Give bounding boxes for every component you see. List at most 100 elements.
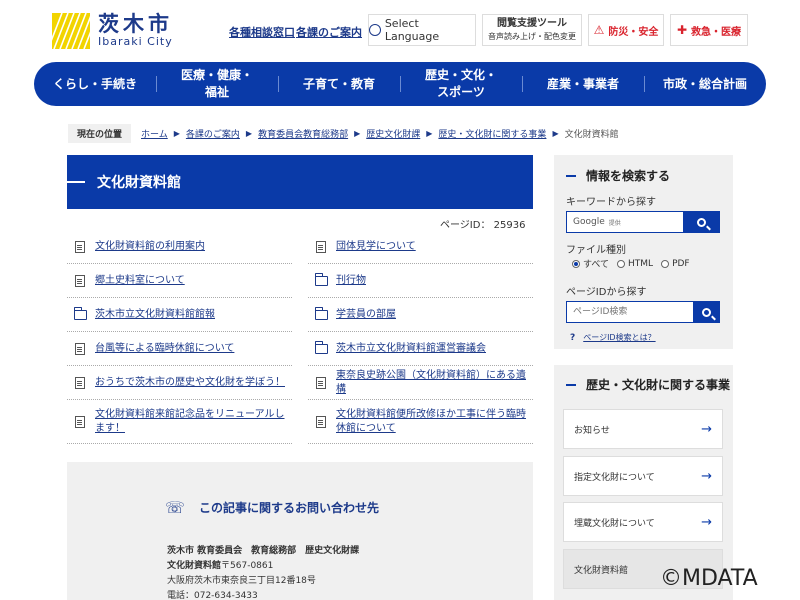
- document-icon: [75, 240, 85, 253]
- search-panel: 情報を検索する キーワードから探す Google 提供 ファイル種別 すべて HT…: [554, 155, 733, 349]
- contact-section: ☏ この記事に関するお問い合わせ先 茨木市 教育委員会 教育総務部 歴史文化財課…: [67, 462, 533, 600]
- contact-heading: この記事に関するお問い合わせ先: [199, 501, 380, 515]
- document-icon: [75, 376, 85, 389]
- list-item[interactable]: 刊行物: [308, 264, 533, 298]
- nav-item-health[interactable]: 医療・健康・ 福祉: [156, 62, 278, 106]
- document-icon: [75, 274, 85, 287]
- list-item[interactable]: 茨木市立文化財資料館館報: [67, 298, 292, 332]
- list-item[interactable]: 文化財資料館来館記念品をリニューアルします！: [67, 400, 292, 444]
- heading-dash-icon: [566, 174, 576, 177]
- filetype-radio-all[interactable]: すべて: [572, 257, 609, 270]
- breadcrumb-here-label: 現在の位置: [68, 123, 132, 143]
- pageid-help-link[interactable]: ページID検索とは？: [583, 332, 655, 343]
- radio-label: PDF: [672, 258, 690, 269]
- phone-icon: ☏: [165, 498, 186, 517]
- related-item-designated[interactable]: 指定文化財について →: [563, 456, 723, 496]
- page-id: ページID： 25936: [440, 220, 526, 231]
- city-logo[interactable]: 茨木市 Ibaraki City: [52, 12, 182, 50]
- related-item-news[interactable]: お知らせ →: [563, 409, 723, 449]
- radio-selected-icon: [572, 259, 580, 268]
- document-icon: [316, 415, 326, 428]
- departments-link[interactable]: 各課のご案内: [296, 24, 362, 40]
- breadcrumb-arrow-icon: ▶: [552, 128, 559, 138]
- list-item[interactable]: 文化財資料館の利用案内: [67, 230, 292, 264]
- pageid-help: ? ページID検索とは？: [570, 332, 656, 343]
- related-item-label: お知らせ: [574, 425, 610, 436]
- global-nav: くらし・手続き 医療・健康・ 福祉 子育て・教育 歴史・文化・ スポーツ 産業・事業…: [34, 62, 766, 106]
- link-list: 文化財資料館の利用案内 団体見学について 郷土史料室について 刊行物 茨木市立文…: [67, 230, 533, 444]
- filetype-radio-group: すべて HTML PDF: [572, 257, 690, 270]
- contact-dept: 茨木市 教育委員会 教育総務部 歴史文化財課: [167, 546, 360, 556]
- breadcrumb-home[interactable]: ホーム: [141, 127, 168, 140]
- consultation-link[interactable]: 各種相談窓口: [229, 24, 295, 40]
- keyword-search-input[interactable]: Google 提供: [567, 212, 683, 232]
- list-item-label: 文化財資料館便所改修ほか工事に伴う臨時休館について: [336, 408, 526, 434]
- ambulance-icon: ✚: [676, 23, 688, 37]
- list-item-label: 団体見学について: [336, 240, 416, 252]
- folder-icon: [315, 306, 328, 320]
- accessibility-tool-sub: 音声読み上げ・配色変更: [488, 32, 576, 41]
- breadcrumb-departments[interactable]: 各課のご案内: [186, 127, 240, 140]
- breadcrumb-history-projects[interactable]: 歴史・文化財に関する事業: [438, 127, 546, 140]
- list-item[interactable]: 文化財資料館便所改修ほか工事に伴う臨時休館について: [308, 400, 533, 444]
- nav-item-industry[interactable]: 産業・事業者: [522, 62, 644, 106]
- pageid-input[interactable]: [567, 302, 693, 322]
- list-item-label: 刊行物: [336, 274, 366, 286]
- logo-name-jp: 茨木市: [98, 11, 173, 36]
- breadcrumb-arrow-icon: ▶: [426, 128, 433, 138]
- keyword-search-button[interactable]: [683, 212, 719, 232]
- arrow-right-icon: →: [701, 514, 712, 530]
- keyword-search-field[interactable]: Google 提供: [566, 211, 720, 233]
- emergency-button[interactable]: ✚ 救急・医療: [670, 14, 748, 46]
- contact-postal: 〒567-0861: [221, 561, 274, 571]
- watermark: ©MDATA: [660, 566, 758, 591]
- nav-item-living[interactable]: くらし・手続き: [34, 62, 156, 106]
- filetype-label: ファイル種別: [566, 245, 626, 256]
- arrow-right-icon: →: [701, 468, 712, 484]
- safety-label: 防災・安全: [608, 26, 659, 38]
- document-icon: [75, 342, 85, 355]
- list-item[interactable]: 団体見学について: [308, 230, 533, 264]
- list-item[interactable]: 学芸員の部屋: [308, 298, 533, 332]
- google-label: Google: [573, 217, 605, 227]
- pageid-search-field: [566, 301, 720, 323]
- safety-button[interactable]: ⚠ 防災・安全: [588, 14, 664, 46]
- accessibility-tool-button[interactable]: 閲覧支援ツール 音声読み上げ・配色変更: [482, 14, 582, 46]
- nav-item-history[interactable]: 歴史・文化・ スポーツ: [400, 62, 522, 106]
- emergency-label: 救急・医療: [691, 26, 742, 38]
- keyword-label: キーワードから探す: [566, 197, 656, 208]
- list-item[interactable]: 茨木市立文化財資料館運営審議会: [308, 332, 533, 366]
- list-item[interactable]: 台風等による臨時休館について: [67, 332, 292, 366]
- nav-item-childcare[interactable]: 子育て・教育: [278, 62, 400, 106]
- breadcrumb-arrow-icon: ▶: [173, 128, 180, 138]
- select-language-button[interactable]: Select Language: [368, 14, 476, 46]
- arrow-right-icon: →: [701, 421, 712, 437]
- nav-item-city-admin[interactable]: 市政・総合計画: [644, 62, 766, 106]
- search-icon: [701, 307, 711, 317]
- filetype-radio-pdf[interactable]: PDF: [661, 259, 690, 269]
- related-heading: 歴史・文化財に関する事業: [586, 378, 731, 392]
- question-icon: ?: [570, 332, 576, 343]
- site-header: 茨木市 Ibaraki City 各種相談窓口 各課のご案内 Select La…: [0, 0, 800, 60]
- contact-details: 茨木市 教育委員会 教育総務部 歴史文化財課 文化財資料館〒567-0861 大…: [167, 544, 359, 600]
- title-dash-icon: [67, 181, 85, 183]
- list-item[interactable]: おうちで茨木市の歴史や文化財を学ぼう！: [67, 366, 292, 400]
- list-item-label: おうちで茨木市の歴史や文化財を学ぼう！: [95, 376, 285, 388]
- logo-mark-icon: [52, 13, 90, 49]
- breadcrumb-education[interactable]: 教育委員会教育総務部: [258, 127, 348, 140]
- filetype-radio-html[interactable]: HTML: [617, 259, 653, 269]
- related-heading-row: 歴史・文化財に関する事業: [566, 376, 730, 393]
- list-item-label: 台風等による臨時休館について: [95, 342, 235, 354]
- list-item-label: 茨木市立文化財資料館館報: [95, 308, 215, 320]
- document-icon: [75, 415, 85, 428]
- breadcrumb-history-dept[interactable]: 歴史文化財課: [366, 127, 420, 140]
- related-panel: 歴史・文化財に関する事業 お知らせ → 指定文化財について → 埋蔵文化財について →…: [554, 365, 733, 600]
- search-icon: [696, 217, 706, 227]
- list-item-label: 文化財資料館の利用案内: [95, 240, 205, 252]
- list-item[interactable]: 東奈良史跡公園（文化財資料館）にある遺構: [308, 366, 533, 400]
- pageid-search-button[interactable]: [693, 302, 719, 322]
- search-heading-row: 情報を検索する: [566, 167, 670, 184]
- select-language-label: Select Language: [384, 17, 440, 43]
- list-item[interactable]: 郷土史料室について: [67, 264, 292, 298]
- related-item-buried[interactable]: 埋蔵文化財について →: [563, 502, 723, 542]
